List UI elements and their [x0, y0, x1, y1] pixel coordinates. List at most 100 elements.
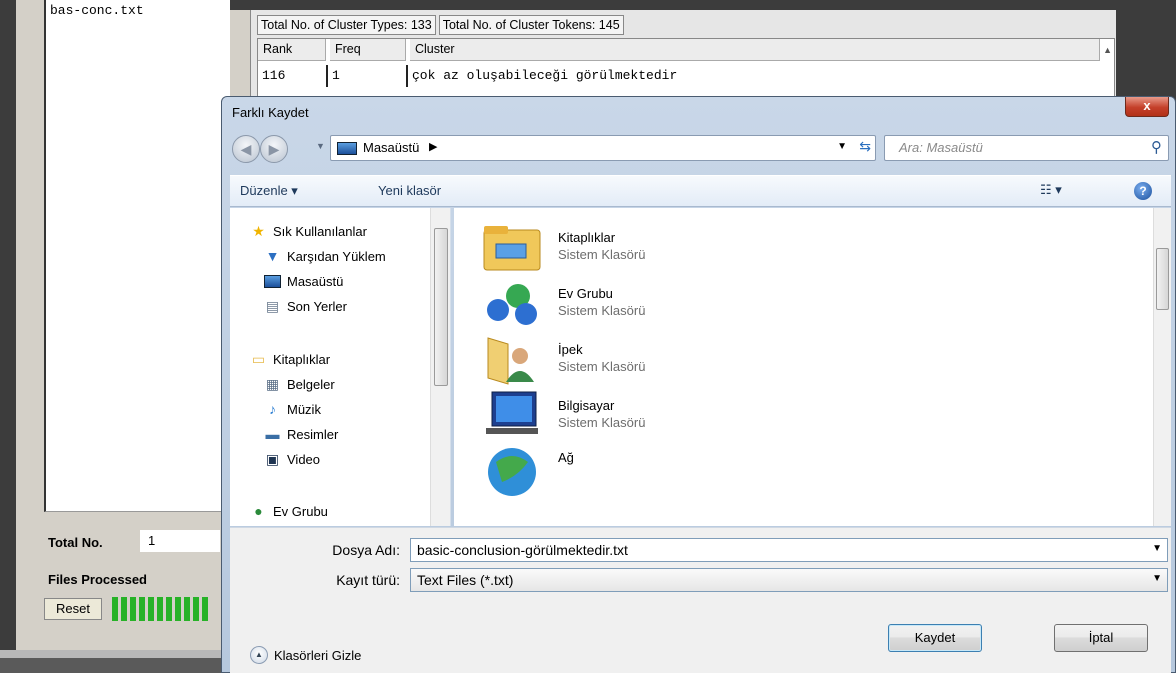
nav-homegroup[interactable]: ● Ev Grubu — [250, 503, 328, 520]
recent-places-icon: ▤ — [265, 298, 280, 314]
nav-item-label: Video — [287, 452, 321, 467]
star-icon: ★ — [252, 223, 265, 239]
list-item[interactable]: Kitaplıklar Sistem Klasörü — [470, 218, 1070, 274]
back-arrow-icon: ◀ — [240, 141, 252, 157]
address-dropdown-icon[interactable]: ▼ — [837, 141, 847, 152]
table-cell-rank[interactable]: 116 — [260, 65, 328, 87]
nav-favorites[interactable]: ★ Sık Kullanılanlar — [250, 223, 367, 240]
filename-value[interactable]: basic-conclusion-görülmektedir.txt — [417, 542, 628, 558]
nav-item-video[interactable]: ▣ Video — [264, 451, 321, 468]
help-icon[interactable]: ? — [1134, 182, 1152, 200]
filetype-select[interactable]: Text Files (*.txt) ▼ — [410, 568, 1168, 592]
file-list-panel: bas-conc.txt — [16, 0, 234, 517]
command-toolbar: Düzenle ▾ Yeni klasör ☷ ▾ ? — [230, 175, 1171, 207]
filename-label: Dosya Adı: — [332, 542, 400, 558]
nav-item-music[interactable]: ♪ Müzik — [264, 402, 321, 418]
documents-icon: ▦ — [265, 376, 280, 392]
nav-item-downloads[interactable]: ▼ Karşıdan Yüklem — [264, 248, 386, 265]
cancel-button[interactable]: İptal — [1054, 624, 1148, 652]
reset-button[interactable]: Reset — [44, 598, 102, 620]
nav-item-pictures[interactable]: ▬ Resimler — [264, 426, 339, 443]
nav-item-label: Son Yerler — [287, 299, 347, 314]
breadcrumb-chevron-icon[interactable]: ▶ — [429, 140, 437, 153]
refresh-icon[interactable]: ⇆ — [859, 138, 871, 155]
filetype-value[interactable]: Text Files (*.txt) — [417, 572, 513, 588]
nav-favorites-label: Sık Kullanılanlar — [273, 224, 367, 239]
file-view: Kitaplıklar Sistem Klasörü Ev Grubu Sist… — [454, 208, 1171, 526]
item-type: Sistem Klasörü — [558, 303, 646, 318]
file-list-item[interactable]: bas-conc.txt — [50, 3, 144, 18]
address-bar[interactable]: Masaüstü ▶ ▼ ⇆ — [330, 135, 876, 161]
filename-input[interactable]: basic-conclusion-görülmektedir.txt ▼ — [410, 538, 1168, 562]
address-location[interactable]: Masaüstü — [363, 140, 419, 155]
scroll-up-icon[interactable]: ▲ — [1103, 45, 1112, 55]
organize-button[interactable]: Düzenle ▾ — [240, 183, 298, 199]
horizontal-scrollbar[interactable] — [0, 650, 228, 658]
close-button[interactable]: x — [1125, 97, 1169, 117]
navigation-bar: ◀ ▶ ▼ Masaüstü ▶ ▼ ⇆ Ara: Masaüstü ⚲ — [230, 133, 1171, 163]
list-item[interactable]: Ağ — [470, 442, 1070, 498]
nav-item-label: Resimler — [287, 427, 339, 442]
list-item[interactable]: İpek Sistem Klasörü — [470, 330, 1070, 386]
nav-pane-scrollbar[interactable] — [430, 208, 450, 526]
scroll-thumb[interactable] — [434, 228, 448, 386]
total-files-value: 1 — [140, 530, 220, 552]
files-progress-bar — [112, 597, 216, 621]
total-files-label: Total No. — [48, 535, 103, 550]
scroll-thumb[interactable] — [1156, 248, 1169, 310]
forward-button[interactable]: ▶ — [260, 135, 288, 163]
table-cell-freq[interactable]: 1 — [330, 65, 408, 87]
column-header-cluster[interactable]: Cluster — [410, 39, 1100, 61]
files-processed-label: Files Processed — [48, 572, 147, 587]
item-name: Ağ — [558, 450, 574, 465]
homegroup-icon — [482, 274, 542, 330]
dialog-footer: Dosya Adı: basic-conclusion-görülmektedi… — [230, 527, 1171, 673]
nav-item-label: Müzik — [287, 402, 321, 417]
cluster-results: Total No. of Cluster Types: 133 Total No… — [250, 10, 1116, 110]
window-frame-left — [0, 0, 16, 673]
file-list[interactable]: bas-conc.txt — [44, 0, 234, 512]
results-top-frame — [230, 0, 1176, 10]
chevron-down-icon[interactable]: ▼ — [1152, 573, 1162, 584]
computer-icon — [482, 386, 542, 442]
save-button[interactable]: Kaydet — [888, 624, 982, 652]
search-placeholder: Ara: Masaüstü — [899, 140, 983, 155]
save-as-dialog: Farklı Kaydet x ◀ ▶ ▼ Masaüstü ▶ ▼ ⇆ Ara… — [221, 96, 1176, 673]
video-icon: ▣ — [265, 451, 280, 467]
nav-homegroup-label: Ev Grubu — [273, 504, 328, 519]
list-item[interactable]: Ev Grubu Sistem Klasörü — [470, 274, 1070, 330]
libraries-icon: ▭ — [251, 351, 266, 367]
column-header-rank[interactable]: Rank — [258, 39, 326, 61]
column-header-freq[interactable]: Freq — [330, 39, 406, 61]
hide-folders-button[interactable]: ▲ Klasörleri Gizle — [250, 646, 361, 664]
back-button[interactable]: ◀ — [232, 135, 260, 163]
nav-item-desktop[interactable]: Masaüstü — [264, 274, 343, 289]
file-view-scrollbar[interactable] — [1153, 208, 1171, 526]
item-type: Sistem Klasörü — [558, 415, 646, 430]
item-type: Sistem Klasörü — [558, 359, 646, 374]
dialog-title: Farklı Kaydet — [232, 105, 309, 120]
new-folder-button[interactable]: Yeni klasör — [378, 183, 441, 198]
nav-item-recent-places[interactable]: ▤ Son Yerler — [264, 298, 347, 315]
libraries-icon — [482, 218, 542, 274]
nav-item-documents[interactable]: ▦ Belgeler — [264, 376, 335, 393]
list-item[interactable]: Bilgisayar Sistem Klasörü — [470, 386, 1070, 442]
item-name: Bilgisayar — [558, 398, 615, 413]
table-cell-cluster[interactable]: çok az oluşabileceği görülmektedir — [410, 65, 1090, 87]
change-view-button[interactable]: ☷ ▾ — [1040, 182, 1062, 198]
cluster-tokens-count: Total No. of Cluster Tokens: 145 — [438, 15, 624, 35]
nav-libraries[interactable]: ▭ Kitaplıklar — [250, 351, 331, 368]
homegroup-icon: ● — [254, 503, 263, 519]
search-input[interactable]: Ara: Masaüstü ⚲ — [884, 135, 1169, 161]
recent-locations-dropdown-icon[interactable]: ▼ — [316, 141, 325, 151]
forward-arrow-icon: ▶ — [268, 141, 280, 157]
downloads-folder-icon: ▼ — [265, 248, 280, 264]
pictures-icon: ▬ — [265, 426, 280, 442]
item-name: Ev Grubu — [558, 286, 613, 301]
search-icon[interactable]: ⚲ — [1151, 138, 1162, 156]
nav-libraries-label: Kitaplıklar — [273, 352, 331, 367]
hide-folders-label: Klasörleri Gizle — [274, 647, 362, 663]
navigation-pane: ★ Sık Kullanılanlar ▼ Karşıdan Yüklem Ma… — [230, 208, 451, 526]
chevron-down-icon[interactable]: ▼ — [1152, 543, 1162, 554]
network-icon — [482, 442, 542, 498]
